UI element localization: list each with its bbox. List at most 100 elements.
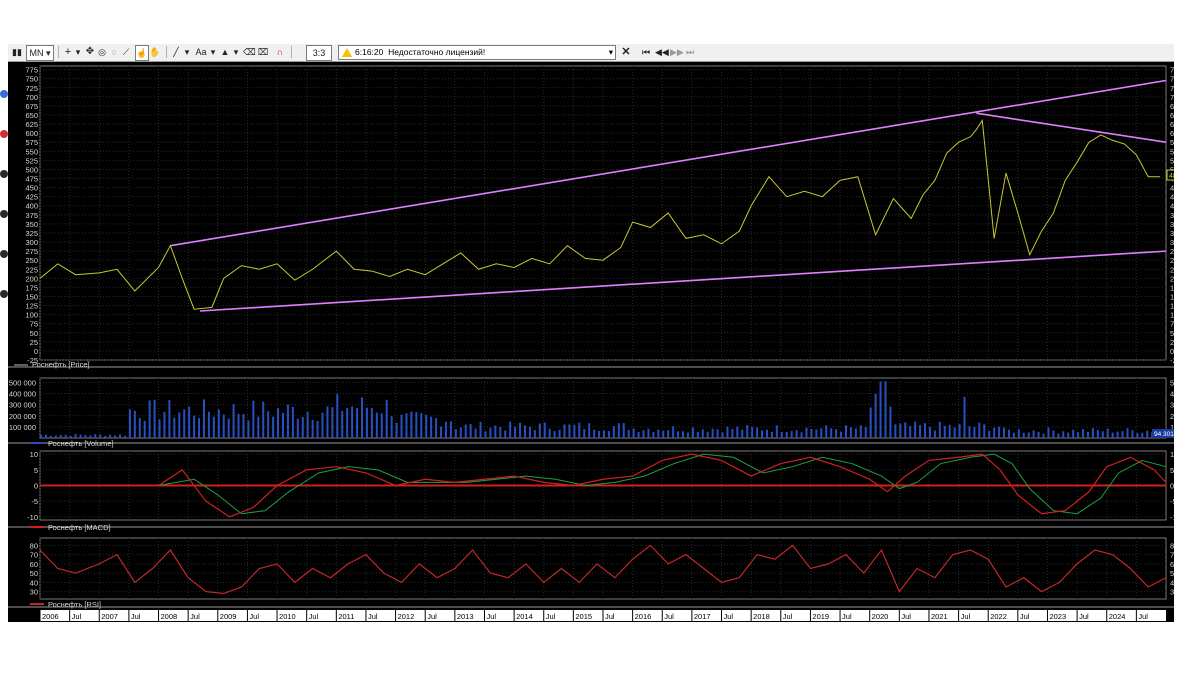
volume-bar (1091, 428, 1094, 438)
chevron-down-icon[interactable]: ▾ (183, 45, 191, 59)
volume-bar (54, 435, 57, 438)
volume-bar (94, 434, 97, 438)
eraser-icon[interactable]: ⌫ (243, 45, 256, 59)
y-tick-label: 425 (25, 193, 38, 202)
x-tick-label: Jul (901, 612, 911, 621)
y-tick-label: 750 (1170, 75, 1174, 84)
y-tick-label: 70 (30, 551, 38, 560)
volume-bar (1101, 431, 1104, 438)
x-tick-label: 2024 (1109, 612, 1126, 621)
y-tick-label: 400 000 (9, 390, 36, 399)
volume-bar (963, 396, 966, 438)
y-tick-label: 625 (1170, 120, 1174, 129)
volume-bar (682, 431, 685, 438)
hand-select-icon[interactable]: ☝ (135, 45, 149, 61)
volume-bar (716, 429, 719, 438)
target-icon[interactable]: ◎ (97, 45, 107, 59)
volume-bar (662, 430, 665, 438)
volume-bar (202, 399, 205, 438)
bar-chart-icon[interactable]: ▮▮ (11, 45, 23, 59)
x-tick-label: Jul (605, 612, 615, 621)
volume-bar (765, 429, 768, 438)
volume-bar (1126, 428, 1129, 438)
chart-canvas[interactable]: -25-250025255050757510010012512515015017… (8, 62, 1174, 622)
y-tick-label: 675 (25, 102, 38, 111)
chevron-down-icon[interactable]: ▾ (609, 46, 613, 59)
volume-bar (835, 429, 838, 438)
volume-bar (948, 424, 951, 438)
volume-bar (844, 425, 847, 438)
y-tick-label: 600 (1170, 129, 1174, 138)
y-tick-label: 450 (1170, 184, 1174, 193)
y-tick-label: 725 (1170, 84, 1174, 93)
volume-bar (603, 430, 605, 438)
volume-bar (1136, 433, 1139, 438)
first-icon[interactable]: ⏮ (640, 45, 652, 59)
x-tick-label: 2013 (457, 612, 474, 621)
ruler-icon[interactable]: ⟋ (121, 45, 131, 59)
text-tool-icon[interactable]: Aa (194, 45, 208, 59)
chevron-down-icon[interactable]: ▾ (232, 45, 240, 59)
volume-bar (637, 432, 640, 438)
volume-bar (548, 428, 551, 438)
chevron-down-icon[interactable]: ▾ (209, 45, 217, 59)
volume-bar (691, 427, 694, 438)
move-icon[interactable]: ✥ (85, 45, 95, 59)
circle-icon[interactable]: ○ (109, 45, 119, 59)
volume-bar (420, 413, 423, 438)
side-dot (0, 250, 8, 258)
volume-bar (198, 418, 201, 438)
forward-icon[interactable]: ▶▶ (670, 45, 684, 59)
line-tool-icon[interactable]: ╱ (170, 45, 182, 59)
y-tick-label: 100 (1170, 311, 1174, 320)
volume-bar (173, 417, 176, 438)
x-tick-label: 2008 (161, 612, 178, 621)
volume-bar (1032, 430, 1035, 438)
volume-bar (143, 420, 146, 438)
volume-bar (479, 421, 482, 438)
volume-bar (573, 424, 576, 438)
x-tick-label: Jul (486, 612, 496, 621)
chevron-down-icon[interactable]: ▾ (74, 45, 82, 59)
alert-field[interactable]: 6:16:20 Недостаточно лицензий! ▾ (338, 45, 616, 60)
x-tick-label: 2016 (635, 612, 652, 621)
erase-all-icon[interactable]: ⌧ (257, 45, 269, 59)
volume-bar (193, 415, 196, 438)
pin-icon[interactable]: ▲ (220, 45, 230, 59)
y-tick-label: 200 000 (9, 412, 36, 421)
volume-bar (64, 434, 67, 438)
y-tick-label: 775 (25, 66, 38, 75)
y-tick-label: 25 (30, 338, 38, 347)
volume-bar (785, 431, 788, 438)
volume-bar (647, 428, 650, 438)
volume-bar (820, 428, 823, 438)
volume-bar (361, 397, 364, 438)
volume-bar (775, 425, 778, 438)
volume-bar (617, 423, 620, 438)
y-tick-label: 400 (1170, 202, 1174, 211)
warning-icon (342, 48, 352, 58)
y-tick-label: 30 (30, 588, 38, 597)
volume-bar (889, 406, 892, 438)
hand-icon[interactable]: ✋ (149, 45, 161, 59)
last-icon[interactable]: ⏭ (684, 45, 696, 59)
interval-select[interactable]: MN ▾ (26, 45, 54, 61)
y-tick-label: 0 (1170, 347, 1174, 356)
y-tick-label: 400 (25, 202, 38, 211)
y-tick-label: 200 000 (1170, 412, 1174, 421)
volume-bar (400, 414, 403, 438)
scale-field[interactable]: 3:3 (306, 45, 332, 61)
volume-bar (79, 434, 82, 438)
volume-bar (183, 409, 186, 438)
close-icon[interactable]: ✕ (620, 45, 632, 59)
y-tick-label: -10 (1170, 513, 1174, 522)
magnet-icon[interactable]: ∩ (274, 45, 286, 59)
rewind-icon[interactable]: ◀◀ (655, 45, 669, 59)
crosshair-icon[interactable]: + (63, 45, 73, 59)
volume-bar (523, 425, 526, 438)
x-tick-label: 2012 (398, 612, 415, 621)
volume-bar (168, 400, 171, 438)
side-dot (0, 290, 8, 298)
volume-bar (933, 430, 936, 438)
y-tick-label: 80 (30, 541, 38, 550)
